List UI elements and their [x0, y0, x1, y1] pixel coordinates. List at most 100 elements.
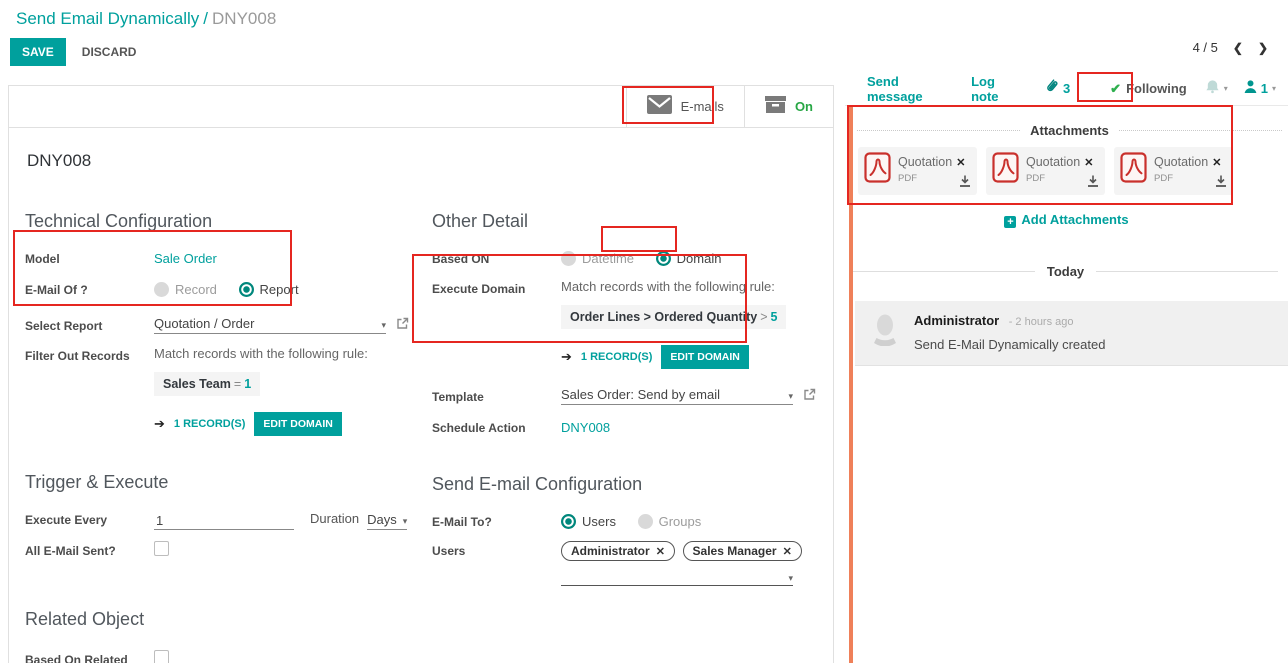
execute-rule-value: 5 — [771, 310, 778, 324]
groups-radio-option[interactable]: Groups — [638, 514, 702, 529]
close-icon[interactable]: ✕ — [656, 546, 665, 558]
chatter-panel: Send message Log note 3 ✔ Following — [845, 72, 1288, 366]
active-toggle-button[interactable]: On — [744, 86, 833, 127]
record-radio-label: Record — [175, 282, 217, 297]
report-radio[interactable] — [239, 282, 254, 297]
user-tag[interactable]: Sales Manager✕ — [683, 541, 802, 561]
select-report-row: Select Report Quotation / Order ▾ — [25, 314, 410, 336]
caret-down-icon: ▾ — [1224, 84, 1228, 93]
domain-radio-label: Domain — [677, 251, 722, 266]
send-email-configuration-heading: Send E-mail Configuration — [432, 474, 817, 495]
sheet-body: DNY008 Technical Configuration Model Sal… — [9, 128, 833, 663]
user-tag[interactable]: Administrator ✕ — [561, 541, 675, 561]
add-attachments-button[interactable]: +Add Attachments — [845, 212, 1288, 228]
datetime-radio[interactable] — [561, 251, 576, 266]
dropdown-caret-icon: ▾ — [403, 516, 408, 527]
attachment-count: 3 — [1063, 81, 1070, 96]
select-report-dropdown[interactable]: Quotation / Order ▾ — [154, 316, 386, 334]
attachments-divider: Attachments — [857, 123, 1282, 138]
execute-domain-match-text: Match records with the following rule: — [561, 279, 786, 294]
domain-radio-option[interactable]: Domain — [656, 251, 722, 266]
based-on-related-checkbox[interactable] — [154, 650, 169, 663]
dropdown-caret-icon: ▾ — [788, 573, 793, 584]
attachments-title: Attachments — [1030, 123, 1109, 138]
users-row: Users Administrator✕ Sales Manager✕ ▾ — [432, 541, 817, 586]
log-note-tab[interactable]: Log note — [971, 74, 1017, 104]
arrow-right-icon: ➔ — [154, 416, 165, 432]
chevron-left-icon[interactable]: ❮ — [1233, 41, 1243, 55]
duration-dropdown[interactable]: Days ▾ — [367, 512, 407, 530]
attachment-card[interactable]: Quotation✕ PDF — [986, 147, 1105, 195]
discard-button[interactable]: DISCARD — [82, 45, 137, 59]
template-dropdown[interactable]: Sales Order: Send by email ▾ — [561, 387, 793, 405]
email-of-row: E-Mail Of ? Record Report — [25, 278, 410, 300]
chevron-right-icon[interactable]: ❯ — [1258, 41, 1268, 55]
breadcrumb: Send Email Dynamically/DNY008 — [16, 9, 276, 29]
trigger-execute-heading: Trigger & Execute — [25, 472, 410, 493]
report-radio-option[interactable]: Report — [239, 282, 299, 297]
report-radio-label: Report — [260, 282, 299, 297]
download-icon[interactable] — [1215, 174, 1227, 192]
breadcrumb-separator: / — [203, 9, 208, 28]
filter-match-text: Match records with the following rule: — [154, 346, 368, 361]
close-icon[interactable]: ✕ — [1084, 157, 1093, 169]
record-title: DNY008 — [27, 151, 817, 171]
attachment-name: Quotation — [1154, 155, 1208, 169]
external-link-icon[interactable] — [803, 388, 816, 404]
schedule-action-label: Schedule Action — [432, 418, 561, 436]
users-input[interactable]: ▾ — [561, 573, 793, 586]
avatar — [868, 312, 902, 352]
record-radio[interactable] — [154, 282, 169, 297]
model-value-link[interactable]: Sale Order — [154, 251, 217, 266]
execute-domain-rule-chip: Order Lines > Ordered Quantity>5 — [561, 305, 786, 329]
execute-records-link[interactable]: 1 RECORD(S) — [581, 351, 653, 363]
close-icon[interactable]: ✕ — [956, 157, 965, 169]
following-label: Following — [1126, 81, 1187, 96]
user-tag-label: Administrator — [571, 544, 650, 558]
plus-icon: + — [1004, 216, 1016, 228]
record-radio-option[interactable]: Record — [154, 282, 217, 297]
users-radio[interactable] — [561, 514, 576, 529]
arrow-right-icon: ➔ — [561, 349, 572, 365]
execute-every-input[interactable] — [154, 512, 294, 530]
filter-rule-value: 1 — [244, 377, 251, 391]
external-link-icon[interactable] — [396, 317, 409, 333]
based-on-related-row: Based On Related Object's — [25, 650, 410, 663]
filter-edit-domain-button[interactable]: EDIT DOMAIN — [254, 412, 341, 436]
users-radio-option[interactable]: Users — [561, 514, 616, 529]
chatter-header: Send message Log note 3 ✔ Following — [845, 72, 1288, 106]
pdf-icon — [864, 152, 891, 190]
groups-radio[interactable] — [638, 514, 653, 529]
breadcrumb-parent-link[interactable]: Send Email Dynamically — [16, 9, 199, 28]
execute-edit-domain-button[interactable]: EDIT DOMAIN — [661, 345, 748, 369]
attachments-button[interactable]: 3 — [1045, 79, 1070, 99]
schedule-action-link[interactable]: DNY008 — [561, 420, 610, 435]
follower-count: 1 — [1261, 81, 1268, 96]
subscription-dropdown[interactable]: ▾ — [1205, 79, 1228, 99]
attachment-card[interactable]: Quotation✕ PDF — [858, 147, 977, 195]
domain-radio[interactable] — [656, 251, 671, 266]
save-button[interactable]: SAVE — [10, 38, 66, 66]
emails-stat-button[interactable]: E-mails — [626, 86, 744, 127]
close-icon[interactable]: ✕ — [1212, 157, 1221, 169]
close-icon[interactable]: ✕ — [783, 546, 792, 558]
model-label: Model — [25, 249, 154, 267]
emails-stat-label: E-mails — [681, 99, 724, 114]
active-toggle-label: On — [795, 99, 813, 114]
send-message-tab[interactable]: Send message — [867, 74, 943, 104]
execute-every-row: Execute Every Duration Days ▾ — [25, 508, 410, 530]
all-email-sent-checkbox[interactable] — [154, 541, 169, 556]
all-email-sent-row: All E-Mail Sent? — [25, 539, 410, 561]
download-icon[interactable] — [959, 174, 971, 192]
filter-records-line: ➔ 1 RECORD(S) EDIT DOMAIN — [154, 412, 368, 436]
message-author[interactable]: Administrator — [914, 313, 999, 328]
execute-domain-row: Execute Domain Match records with the fo… — [432, 279, 817, 369]
followers-dropdown[interactable]: 1 ▾ — [1244, 80, 1276, 98]
following-button[interactable]: ✔ Following — [1110, 81, 1187, 97]
filter-records-link[interactable]: 1 RECORD(S) — [174, 418, 246, 430]
datetime-radio-option[interactable]: Datetime — [561, 251, 634, 266]
attachment-card[interactable]: Quotation✕ PDF — [1114, 147, 1233, 195]
attachment-type: PDF — [898, 173, 965, 184]
select-report-label: Select Report — [25, 316, 154, 334]
download-icon[interactable] — [1087, 174, 1099, 192]
